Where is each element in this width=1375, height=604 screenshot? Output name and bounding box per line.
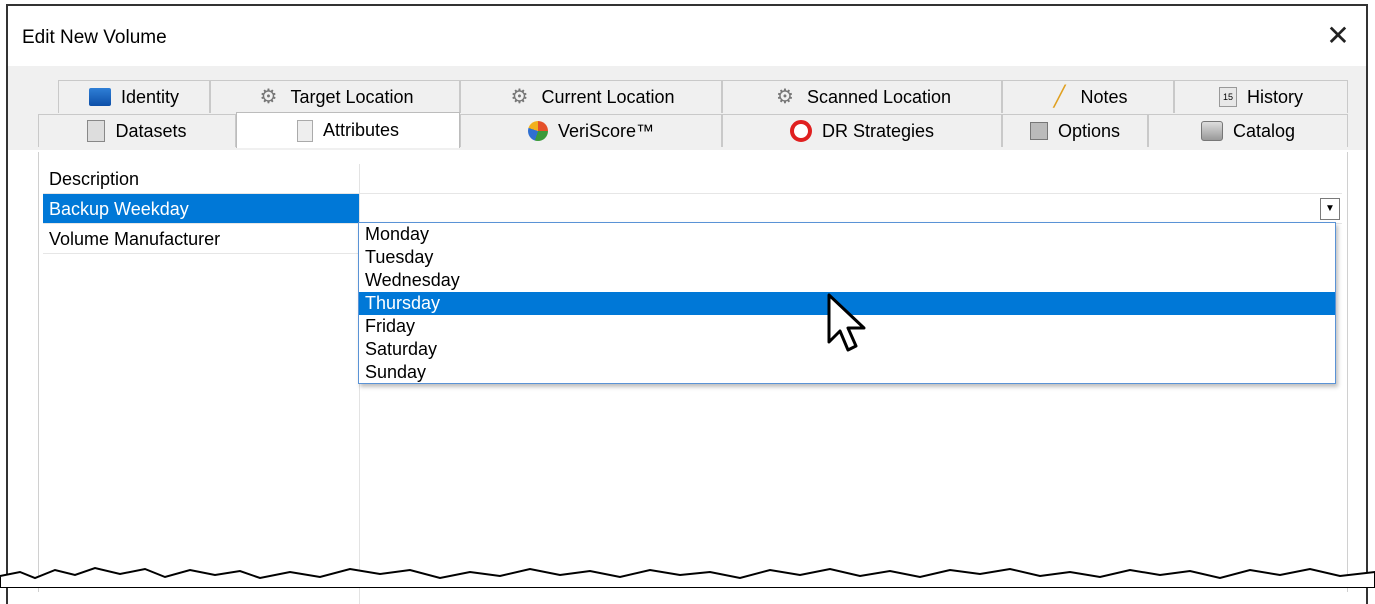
backup-weekday-value[interactable]: ▼	[360, 194, 1342, 224]
catalog-icon	[1200, 121, 1223, 141]
mouse-pointer-icon	[827, 293, 866, 352]
option-tuesday[interactable]: Tuesday	[359, 246, 1335, 269]
tab-label: Datasets	[115, 120, 187, 141]
option-sunday[interactable]: Sunday	[359, 361, 1335, 384]
tab-identity[interactable]: Identity	[58, 80, 210, 113]
tab-veriscore[interactable]: VeriScore™	[460, 114, 722, 147]
tab-scanned-location[interactable]: ⚙ Scanned Location	[722, 80, 1002, 113]
tab-label: Scanned Location	[806, 86, 952, 107]
property-volume-manufacturer[interactable]: Volume Manufacturer	[43, 224, 359, 254]
pencil-icon: ╱	[1053, 86, 1066, 108]
options-icon	[1029, 122, 1048, 140]
title-bar: Edit New Volume ✕	[8, 6, 1366, 66]
gear-icon: ⚙	[259, 86, 278, 108]
tab-strip: Identity ⚙ Target Location ⚙ Current Loc…	[8, 66, 1366, 150]
tab-label: Current Location	[541, 86, 675, 107]
tab-target-location[interactable]: ⚙ Target Location	[210, 80, 460, 113]
tab-options[interactable]: Options	[1002, 114, 1148, 147]
tab-history[interactable]: 15 History	[1174, 80, 1348, 113]
tab-current-location[interactable]: ⚙ Current Location	[460, 80, 722, 113]
tab-label: History	[1246, 86, 1303, 107]
dataset-icon	[87, 120, 106, 142]
tab-catalog[interactable]: Catalog	[1148, 114, 1348, 147]
tab-label: Target Location	[290, 86, 414, 107]
property-description[interactable]: Description	[43, 164, 359, 194]
lifebuoy-icon	[789, 120, 812, 142]
dropdown-arrow-button[interactable]: ▼	[1320, 198, 1340, 220]
tab-label: DR Strategies	[821, 120, 935, 141]
tab-label: Options	[1057, 120, 1121, 141]
tab-label: Identity	[120, 86, 180, 107]
tab-dr-strategies[interactable]: DR Strategies	[722, 114, 1002, 147]
option-wednesday[interactable]: Wednesday	[359, 269, 1335, 292]
description-value[interactable]	[360, 164, 1342, 194]
tab-label: Catalog	[1232, 120, 1296, 141]
calendar-icon: 15	[1218, 87, 1237, 107]
property-labels: Description Backup Weekday Volume Manufa…	[43, 164, 359, 254]
tab-notes[interactable]: ╱ Notes	[1002, 80, 1174, 113]
tab-label: Attributes	[322, 120, 400, 140]
torn-edge	[0, 566, 1375, 588]
pie-chart-icon	[527, 121, 548, 141]
tab-label: VeriScore™	[557, 120, 655, 141]
option-monday[interactable]: Monday	[359, 223, 1335, 246]
tab-attributes[interactable]: Attributes	[236, 112, 460, 148]
property-backup-weekday[interactable]: Backup Weekday	[43, 194, 359, 224]
gear-icon: ⚙	[510, 86, 529, 108]
dialog-title: Edit New Volume	[22, 27, 167, 48]
attributes-icon	[296, 119, 313, 142]
close-button[interactable]: ✕	[1320, 20, 1356, 52]
identity-icon	[88, 88, 111, 106]
tab-datasets[interactable]: Datasets	[38, 114, 236, 147]
tab-label: Notes	[1080, 86, 1128, 107]
gear-icon: ⚙	[775, 86, 794, 108]
